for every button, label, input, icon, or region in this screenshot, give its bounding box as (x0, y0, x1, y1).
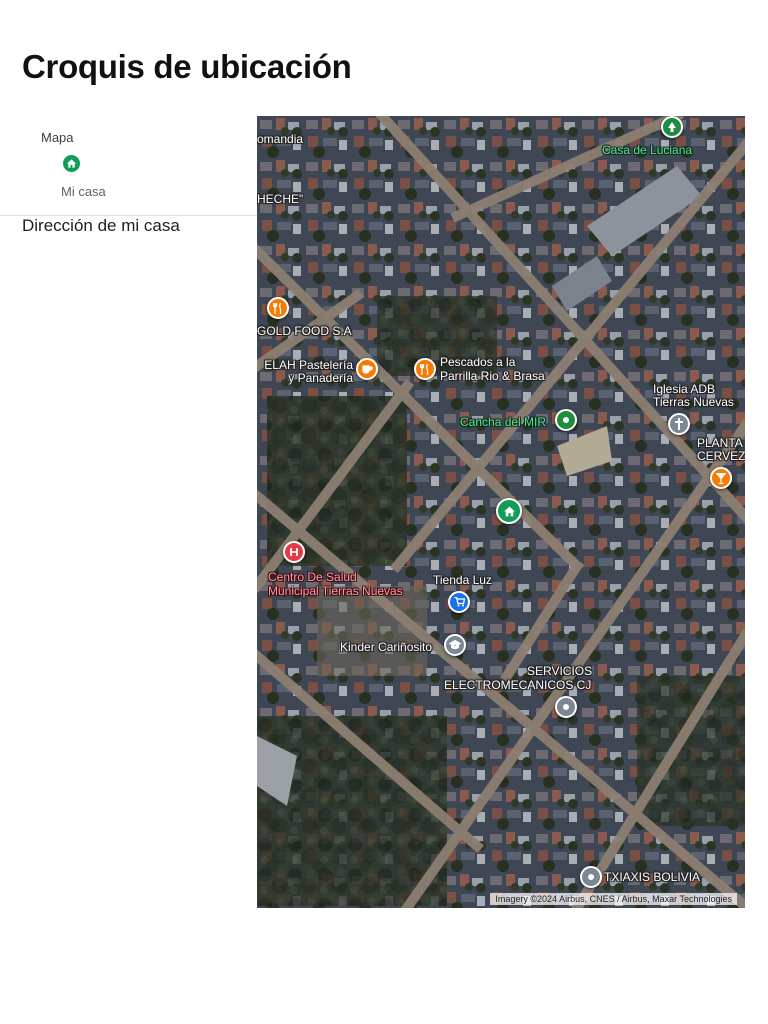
place-label-centro-de-salud-line2[interactable]: Municipal Tierras Nuevas (268, 585, 403, 598)
place-label-planta-line2[interactable]: CERVEZA (697, 450, 745, 463)
legend-item-mi-casa[interactable]: Mi casa (61, 184, 106, 199)
location-icon[interactable] (555, 696, 577, 718)
place-label-kinder-carinosito[interactable]: Kinder Cariñosito (340, 641, 432, 654)
place-label-tienda-luz[interactable]: Tienda Luz (433, 574, 492, 587)
place-label-gold-food[interactable]: GOLD FOOD S.A (257, 325, 352, 338)
school-icon[interactable] (444, 634, 466, 656)
place-label-pescados-line1[interactable]: Pescados a la (440, 356, 515, 369)
place-label-elah-line2[interactable]: y Panadería (257, 372, 353, 385)
sports-field-icon[interactable] (555, 409, 577, 431)
place-label-iglesia-line2[interactable]: Tierras Nuevas (653, 396, 734, 409)
park-icon[interactable] (661, 116, 683, 138)
place-label-comandancia: omandia (257, 132, 304, 146)
place-label-casa-de-luciana[interactable]: Casa de Luciana (602, 144, 692, 157)
place-label-servicios-line2[interactable]: ELECTROMECANICOS CJ (444, 679, 591, 692)
place-label-servicios-line1[interactable]: SERVICIOS (527, 665, 592, 678)
location-icon[interactable] (580, 866, 602, 888)
address-heading: Dirección de mi casa (22, 216, 180, 235)
legend-heading: Mapa (41, 130, 74, 145)
map-legend: Mapa Mi casa (0, 120, 257, 216)
home-icon[interactable] (496, 498, 522, 524)
hospital-icon[interactable] (283, 541, 305, 563)
shopping-cart-icon[interactable] (448, 591, 470, 613)
map-attribution: Imagery ©2024 Airbus, CNES / Airbus, Max… (490, 893, 737, 905)
bar-icon[interactable] (710, 467, 732, 489)
place-label-cancha-del-mir[interactable]: Cancha del MIR (460, 416, 546, 429)
page-title: Croquis de ubicación (22, 48, 352, 85)
place-label-cheche: HECHE" (257, 192, 304, 206)
place-label-centro-de-salud-line1[interactable]: Centro De Salud (268, 571, 357, 584)
cafe-icon[interactable] (356, 358, 378, 380)
restaurant-icon[interactable] (267, 297, 289, 319)
satellite-map[interactable]: omandia HECHE" Casa de Luciana GOLD FOOD… (257, 116, 745, 908)
restaurant-icon[interactable] (414, 358, 436, 380)
church-icon[interactable] (668, 413, 690, 435)
place-label-pescados-line2[interactable]: Parrilla Rio & Brasa (440, 370, 545, 383)
place-label-txiaxis-bolivia[interactable]: TXIAXIS BOLIVIA (604, 871, 700, 884)
home-icon[interactable] (63, 155, 80, 172)
